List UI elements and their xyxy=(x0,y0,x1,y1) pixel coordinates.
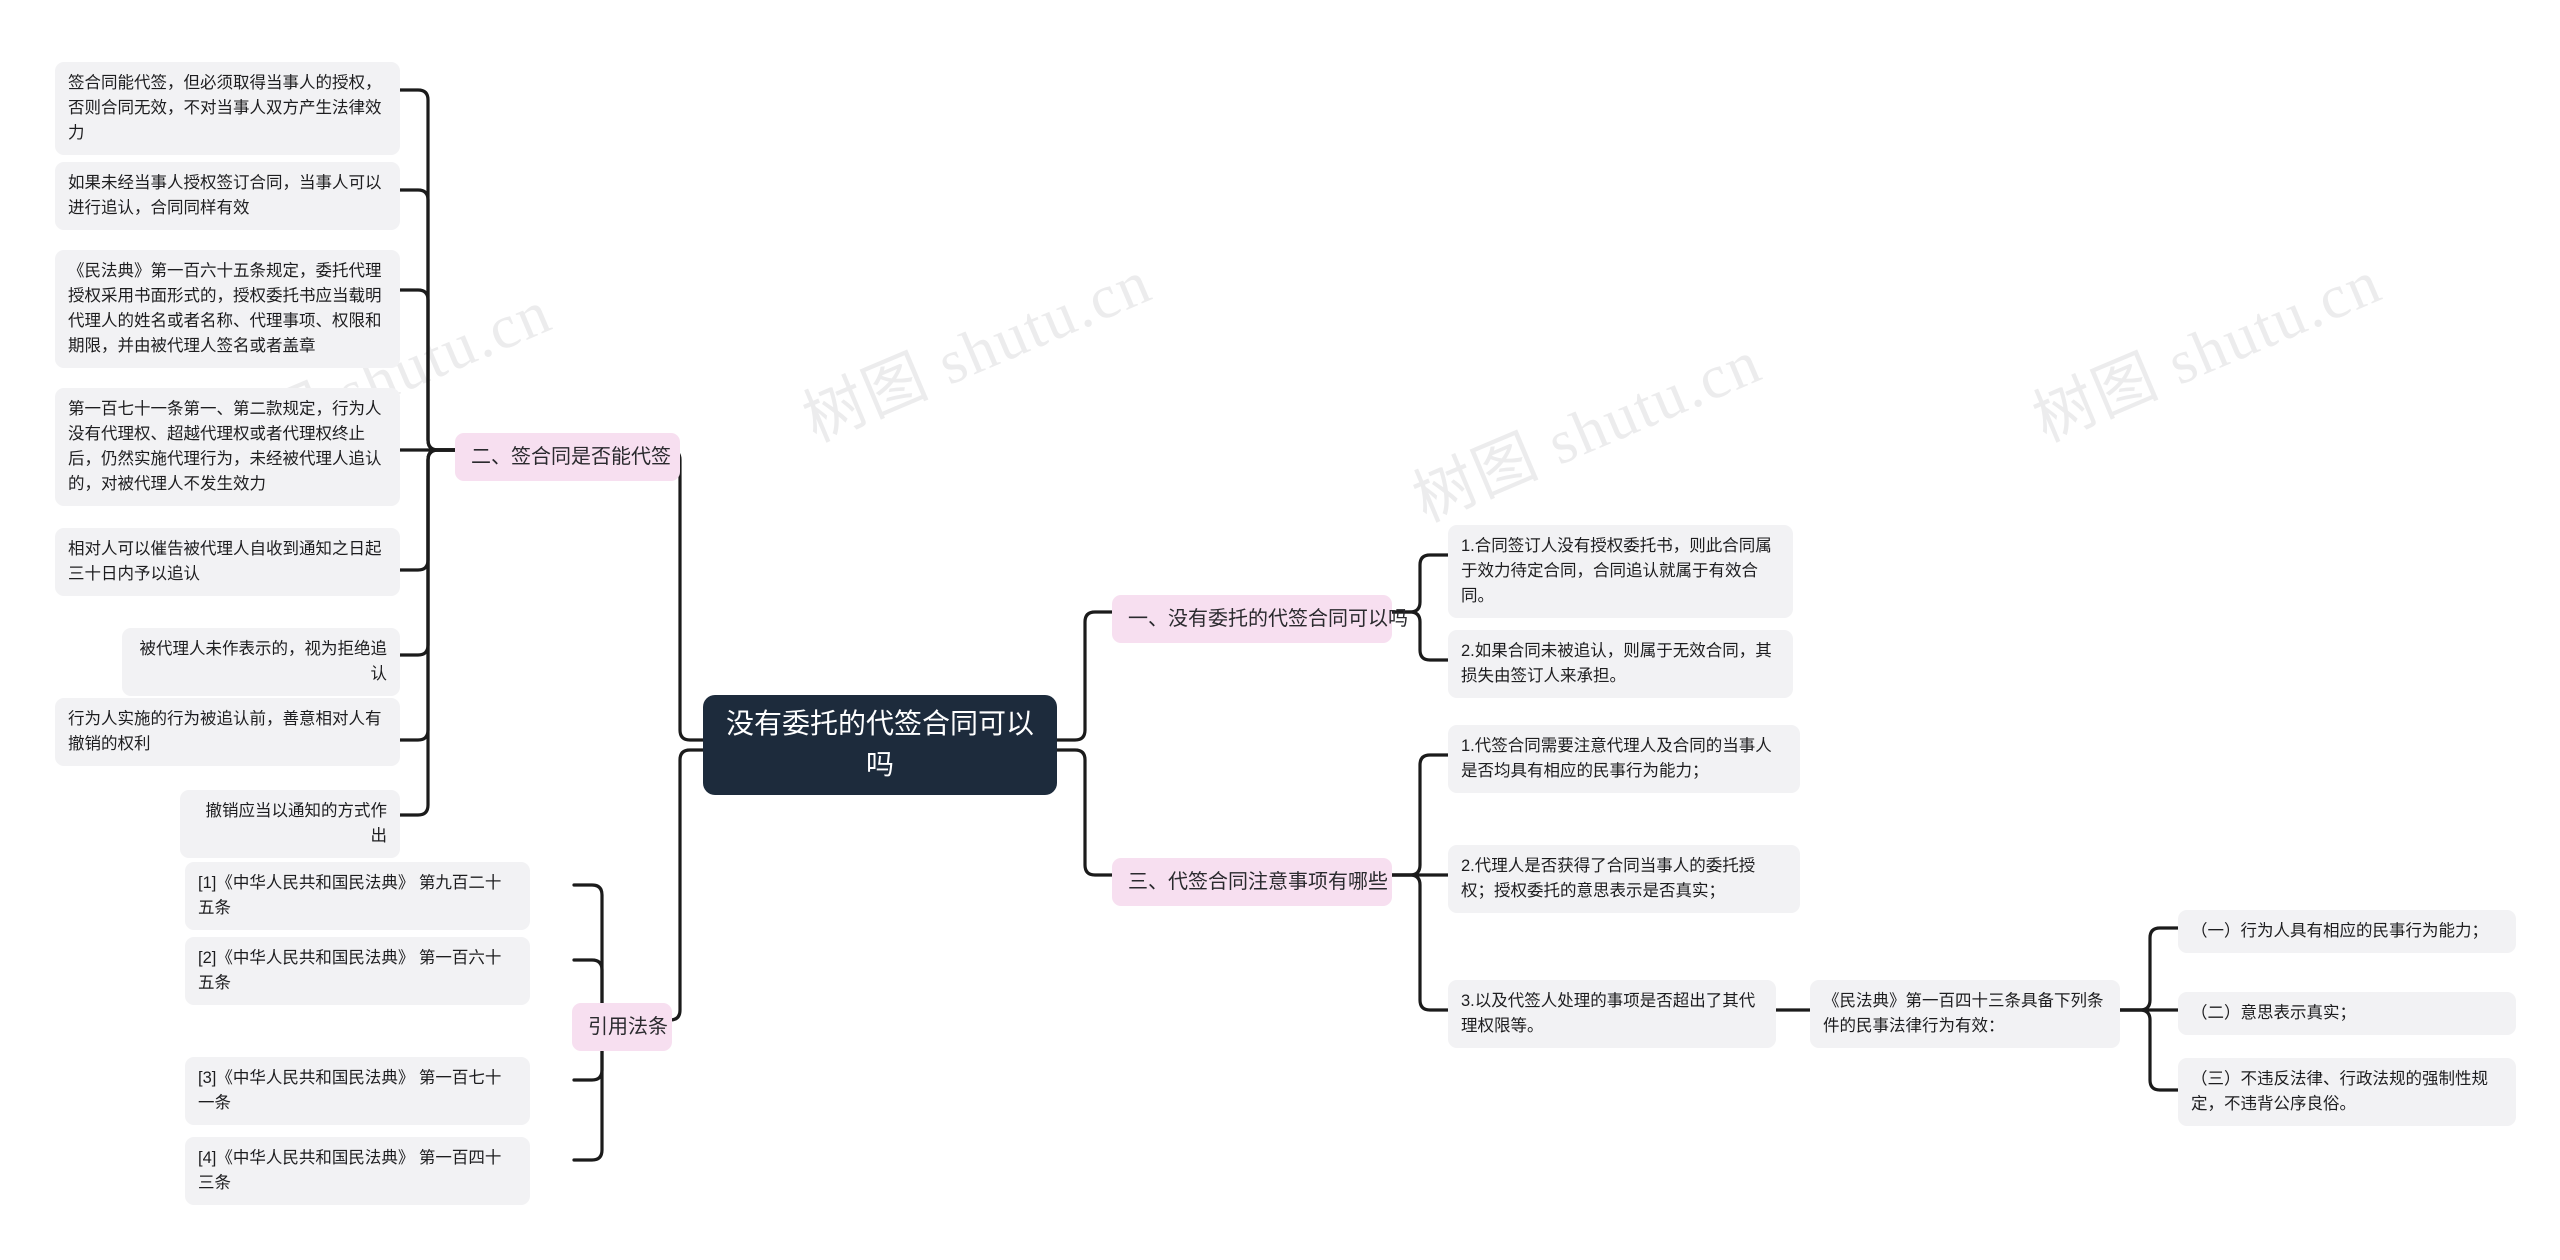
leaf-node[interactable]: 签合同能代签，但必须取得当事人的授权，否则合同无效，不对当事人双方产生法律效力 xyxy=(55,62,400,156)
sub-leaf-node[interactable]: （二）意思表示真实； xyxy=(2178,992,2516,1036)
leaf-node[interactable]: 2.如果合同未被追认，则属于无效合同，其损失由签订人来承担。 xyxy=(1448,630,1793,699)
leaf-node[interactable]: [2]《中华人民共和国民法典》 第一百六十五条 xyxy=(185,937,530,1006)
leaf-node[interactable]: [1]《中华人民共和国民法典》 第九百二十五条 xyxy=(185,862,530,931)
leaf-node[interactable]: 被代理人未作表示的，视为拒绝追认 xyxy=(122,628,400,697)
leaf-node[interactable]: 1.代签合同需要注意代理人及合同的当事人是否均具有相应的民事行为能力； xyxy=(1448,725,1800,794)
branch-node-4[interactable]: 引用法条 xyxy=(572,1003,672,1052)
branch-node-1[interactable]: 一、没有委托的代签合同可以吗 xyxy=(1112,595,1408,644)
leaf-node[interactable]: 如果未经当事人授权签订合同，当事人可以进行追认，合同同样有效 xyxy=(55,162,400,231)
watermark: 树图 shutu.cn xyxy=(794,247,1162,456)
leaf-node[interactable]: 2.代理人是否获得了合同当事人的委托授权；授权委托的意思表示是否真实； xyxy=(1448,845,1800,914)
watermark: 树图 shutu.cn xyxy=(1404,327,1772,536)
leaf-node[interactable]: 3.以及代签人处理的事项是否超出了其代理权限等。 xyxy=(1448,980,1776,1049)
leaf-node[interactable]: 相对人可以催告被代理人自收到通知之日起三十日内予以追认 xyxy=(55,528,400,597)
leaf-node[interactable]: 撤销应当以通知的方式作出 xyxy=(180,790,400,859)
sub-node-law-article[interactable]: 《民法典》第一百四十三条具备下列条件的民事法律行为有效： xyxy=(1810,980,2120,1049)
branch-node-3[interactable]: 三、代签合同注意事项有哪些 xyxy=(1112,858,1392,907)
sub-leaf-node[interactable]: （一）行为人具有相应的民事行为能力； xyxy=(2178,910,2516,954)
leaf-node[interactable]: 《民法典》第一百六十五条规定，委托代理授权采用书面形式的，授权委托书应当载明代理… xyxy=(55,250,400,369)
branch-node-2[interactable]: 二、签合同是否能代签 xyxy=(455,433,680,482)
mindmap-canvas: 树图 shutu.cn 树图 shutu.cn 树图 shutu.cn 树图 s… xyxy=(0,0,2560,1260)
leaf-node[interactable]: 第一百七十一条第一、第二款规定，行为人没有代理权、超越代理权或者代理权终止后，仍… xyxy=(55,388,400,507)
root-node[interactable]: 没有委托的代签合同可以吗 xyxy=(703,695,1057,795)
leaf-node[interactable]: [4]《中华人民共和国民法典》 第一百四十三条 xyxy=(185,1137,530,1206)
leaf-node[interactable]: 1.合同签订人没有授权委托书，则此合同属于效力待定合同，合同追认就属于有效合同。 xyxy=(1448,525,1793,619)
sub-leaf-node[interactable]: （三）不违反法律、行政法规的强制性规定，不违背公序良俗。 xyxy=(2178,1058,2516,1127)
leaf-node[interactable]: 行为人实施的行为被追认前，善意相对人有撤销的权利 xyxy=(55,698,400,767)
leaf-node[interactable]: [3]《中华人民共和国民法典》 第一百七十一条 xyxy=(185,1057,530,1126)
watermark: 树图 shutu.cn xyxy=(2024,247,2392,456)
